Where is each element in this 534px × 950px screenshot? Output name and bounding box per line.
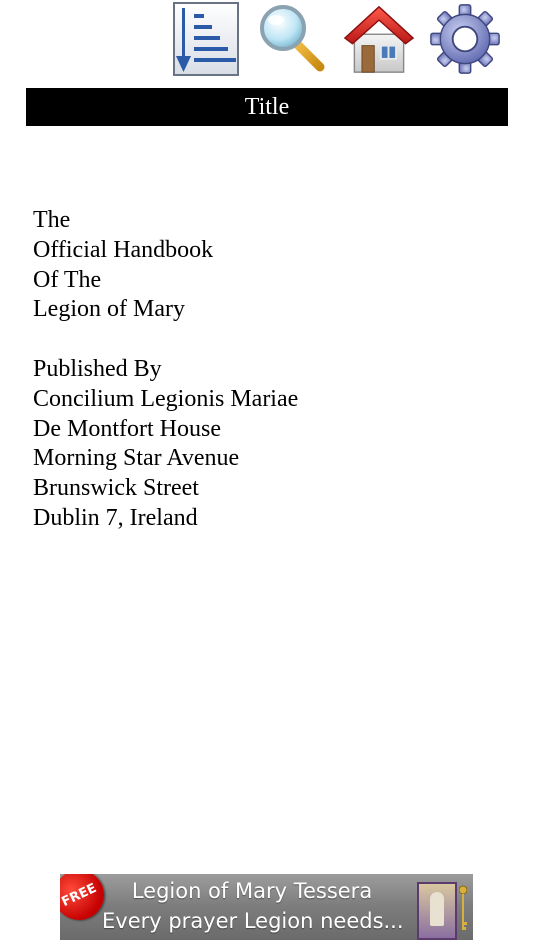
text-line: The — [33, 207, 71, 233]
page-title-bar: Title — [26, 88, 508, 126]
text-line: Official Handbook — [33, 236, 214, 263]
text-line: Morning Star Avenue — [33, 445, 240, 472]
home-button[interactable] — [343, 2, 415, 76]
search-icon — [260, 5, 325, 72]
text-line: Legion of Mary — [33, 296, 185, 323]
ad-text: Legion of Mary Tessera Every prayer Legi… — [102, 876, 404, 936]
home-icon — [343, 5, 415, 73]
tessera-card-image — [417, 882, 457, 940]
table-of-contents-icon — [173, 2, 239, 76]
ad-line-1: Legion of Mary Tessera — [131, 879, 373, 903]
key-icon — [459, 885, 467, 930]
page-title: Title — [244, 94, 290, 120]
text-line: Of The — [33, 266, 102, 293]
table-of-contents-button[interactable] — [170, 2, 242, 76]
toolbar — [0, 0, 534, 82]
text-line: De Montfort House — [33, 415, 221, 442]
ad-banner[interactable]: FREE Legion of Mary Tessera Every prayer… — [60, 874, 473, 940]
search-button[interactable] — [257, 2, 329, 76]
text-line: Dublin 7, Ireland — [33, 504, 198, 531]
ad-line-2: Every prayer Legion needs... — [102, 909, 404, 933]
settings-gear-icon — [430, 4, 500, 74]
text-line: Brunswick Street — [33, 475, 199, 502]
settings-button[interactable] — [429, 2, 501, 76]
text-line: Concilium Legionis Mariae — [33, 385, 299, 412]
text-line: Published By — [33, 355, 162, 382]
title-page-content: The Official Handbook Of The Legion of M… — [33, 206, 503, 534]
